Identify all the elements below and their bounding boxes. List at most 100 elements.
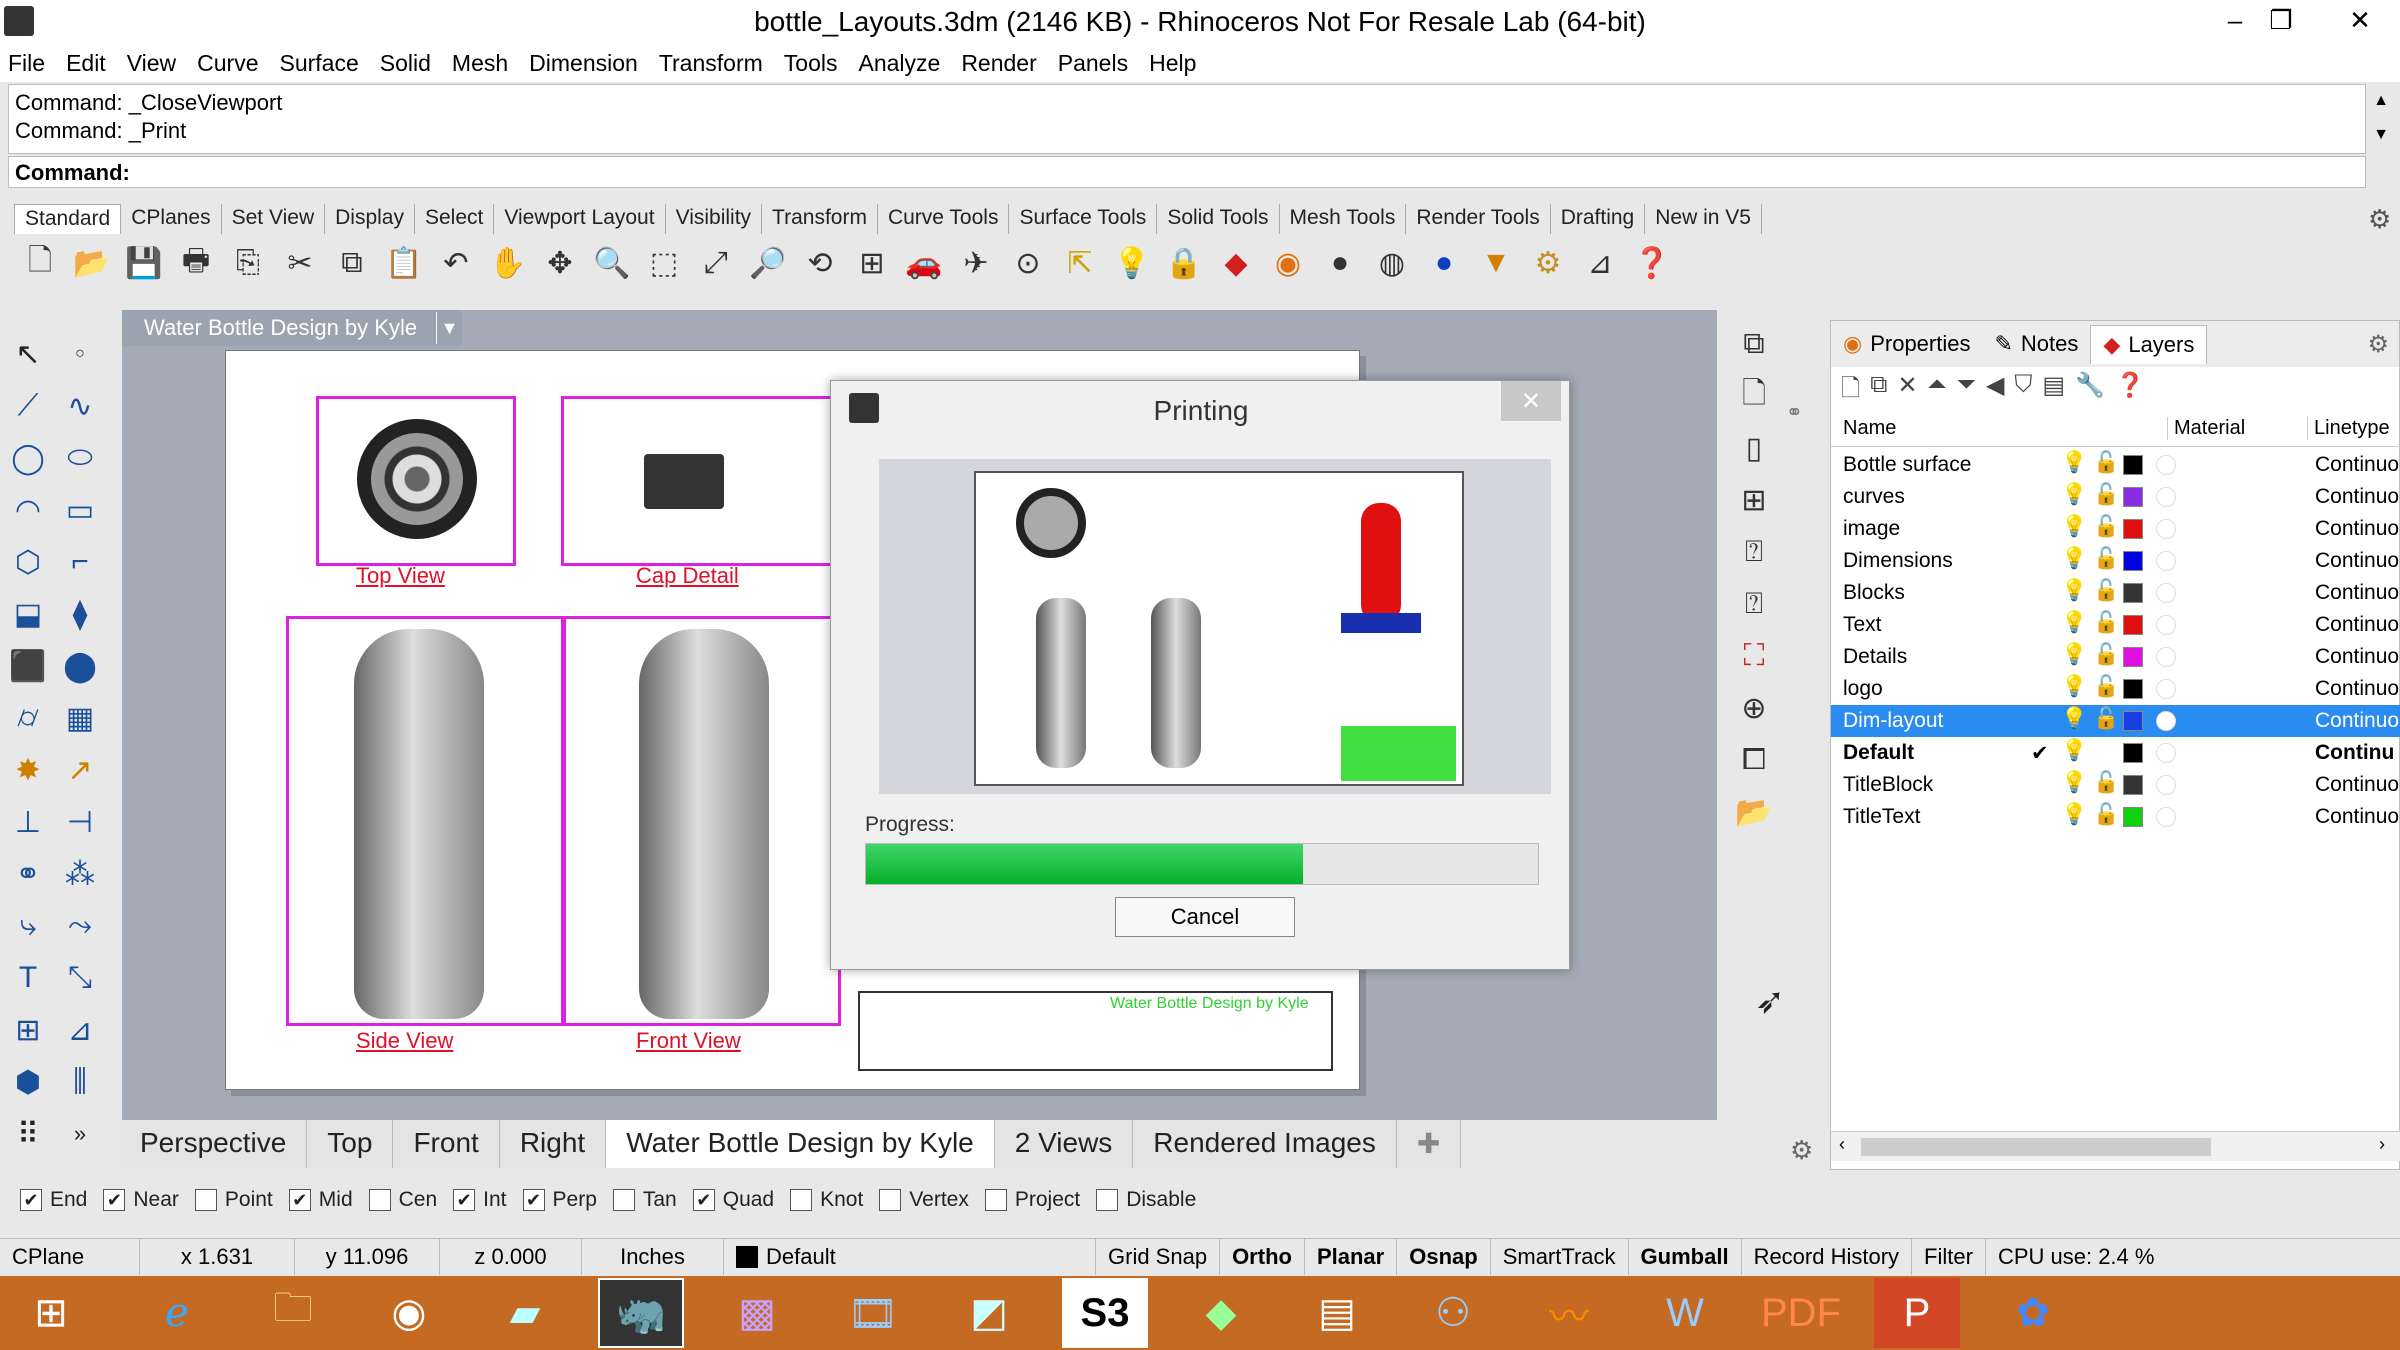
analyze-icon[interactable]: ⊿ — [56, 1006, 104, 1054]
osnap-checkbox[interactable]: ✔ — [522, 1189, 545, 1211]
surface-icon[interactable]: ⬓ — [4, 590, 52, 638]
filter-icon[interactable]: ⛉ — [2014, 371, 2032, 405]
video-app-icon[interactable]: 🎞 — [830, 1278, 916, 1348]
layer-material-icon[interactable] — [2156, 551, 2176, 571]
layers-help-icon[interactable]: ❓ — [2115, 371, 2145, 405]
monitor-app-icon[interactable]: ▤ — [1294, 1278, 1380, 1348]
zoom-icon[interactable]: 🔍 — [588, 240, 636, 286]
status-gumball[interactable]: Gumball — [1629, 1238, 1742, 1275]
rhino-app-icon[interactable] — [4, 6, 34, 36]
dimension-tool-icon[interactable]: ⤡ — [56, 954, 104, 1002]
grid-tools-icon[interactable]: ⠿ — [4, 1110, 52, 1158]
layer-linetype[interactable]: Continuou — [2315, 677, 2400, 701]
layer-lock-icon[interactable]: 🔓 — [2093, 451, 2119, 475]
osnap-checkbox[interactable]: ✔ — [453, 1189, 476, 1211]
viewport-menu-arrow-icon[interactable]: ▼ — [436, 312, 462, 344]
light-bulb-icon[interactable]: 💡 — [1108, 240, 1156, 286]
terminal-app-icon[interactable]: ◆ — [1178, 1278, 1264, 1348]
osnap-checkbox[interactable] — [194, 1189, 217, 1211]
layer-lock-icon[interactable]: 🔓 — [2093, 483, 2119, 507]
help-icon[interactable]: ❓ — [1628, 240, 1676, 286]
layer-row[interactable]: curves 💡🔓 Continuou — [1831, 481, 2400, 513]
layer-visible-bulb-icon[interactable]: 💡 — [2061, 803, 2087, 827]
command-history-scrollbar[interactable]: ▲ ▼ — [2370, 84, 2392, 154]
scroll-thumb[interactable] — [1861, 1138, 2211, 1156]
osnap-checkbox[interactable] — [984, 1189, 1007, 1211]
osnap-vertex[interactable]: Vertex — [873, 1188, 969, 1212]
osnap-tan[interactable]: Tan — [607, 1188, 677, 1212]
blend-icon[interactable]: ⤳ — [56, 902, 104, 950]
layer-row[interactable]: TitleBlock 💡🔓 Continuou — [1831, 769, 2400, 801]
osnap-knot[interactable]: Knot — [784, 1188, 863, 1212]
layer-linetype[interactable]: Continuou — [2315, 773, 2400, 797]
layer-row[interactable]: Bottle surface 💡🔓 Continuou — [1831, 449, 2400, 481]
copy-to-clipboard-icon[interactable]: ⎘ — [224, 240, 272, 286]
layer-material-icon[interactable] — [2156, 519, 2176, 539]
layer-visible-bulb-icon[interactable]: 💡 — [2061, 451, 2087, 475]
menu-surface[interactable]: Surface — [280, 50, 359, 77]
layer-visible-bulb-icon[interactable]: 💡 — [2061, 579, 2087, 603]
osnap-icon[interactable]: ⊙ — [1004, 240, 1052, 286]
tab-layers[interactable]: ◆ Layers — [2090, 324, 2208, 364]
undo-view-icon[interactable]: ⟲ — [796, 240, 844, 286]
named-cplanes-icon[interactable]: ✈ — [952, 240, 1000, 286]
osnap-end[interactable]: ✔ End — [14, 1188, 87, 1212]
layer-visible-bulb-icon[interactable]: 💡 — [2061, 643, 2087, 667]
layer-lock-icon[interactable]: 🔓 — [2093, 611, 2119, 635]
layer-material-icon[interactable] — [2156, 775, 2176, 795]
layer-row[interactable]: Details 💡🔓 Continuou — [1831, 641, 2400, 673]
cancel-button[interactable]: Cancel — [1115, 897, 1295, 937]
layer-color-swatch[interactable] — [2123, 551, 2143, 571]
column-name[interactable]: Name — [1843, 417, 1896, 440]
layer-material-icon[interactable] — [2156, 679, 2176, 699]
curve-icon[interactable]: ∿ — [56, 382, 104, 430]
s3-app-icon[interactable]: S3 — [1062, 1278, 1148, 1348]
menu-transform[interactable]: Transform — [659, 50, 763, 77]
osnap-checkbox[interactable]: ✔ — [692, 1189, 715, 1211]
disable-detail-icon[interactable]: ⍰ — [1730, 580, 1778, 628]
page-icon[interactable]: ▯ — [1730, 424, 1778, 472]
array-icon[interactable]: ⫼ — [56, 1058, 104, 1106]
rectangle-icon[interactable]: ▭ — [56, 486, 104, 534]
layer-color-swatch[interactable] — [2123, 679, 2143, 699]
start-button-icon[interactable]: ⊞ — [8, 1278, 94, 1348]
folder-app-icon[interactable]: ▰ — [482, 1278, 568, 1348]
osnap-quad[interactable]: ✔ Quad — [687, 1188, 774, 1212]
tab-notes[interactable]: ✎ Notes — [1982, 325, 2090, 363]
arc-icon[interactable]: ◠ — [4, 486, 52, 534]
split-icon[interactable]: ⊣ — [56, 798, 104, 846]
save-icon[interactable]: 💾 — [120, 240, 168, 286]
tab-transform[interactable]: Transform — [762, 204, 878, 234]
text-icon[interactable]: T — [4, 954, 52, 1002]
move-layer-parent-icon[interactable]: ◀ — [1986, 371, 2004, 405]
layer-row[interactable]: logo 💡🔓 Continuou — [1831, 673, 2400, 705]
tab-visibility[interactable]: Visibility — [666, 204, 763, 234]
open-file-icon[interactable]: 📂 — [68, 240, 116, 286]
point-icon[interactable]: ○ — [56, 330, 104, 378]
layer-linetype[interactable]: Continuou — [2315, 613, 2400, 637]
chrome-icon[interactable]: ◉ — [366, 1278, 452, 1348]
osnap-checkbox[interactable] — [612, 1189, 635, 1211]
tab-set-view[interactable]: Set View — [222, 204, 326, 234]
layer-color-swatch[interactable] — [2123, 519, 2143, 539]
layer-lock-icon[interactable]: 🔓 — [2093, 675, 2119, 699]
lock-icon[interactable]: 🔒 — [1160, 240, 1208, 286]
mesh-icon[interactable]: ▦ — [56, 694, 104, 742]
tab-perspective[interactable]: Perspective — [120, 1120, 308, 1168]
menu-view[interactable]: View — [127, 50, 176, 77]
osnap-project[interactable]: Project — [979, 1188, 1080, 1212]
layer-row[interactable]: Dim-layout 💡🔓 Continuou — [1831, 705, 2400, 737]
menu-mesh[interactable]: Mesh — [452, 50, 508, 77]
tab-properties[interactable]: ◉ Properties — [1831, 325, 1982, 363]
enable-detail-icon[interactable]: ⍰ — [1730, 528, 1778, 576]
tab-layout-water-bottle[interactable]: Water Bottle Design by Kyle — [606, 1120, 995, 1168]
detail-side-view[interactable] — [286, 616, 566, 1026]
layer-row[interactable]: TitleText 💡🔓 Continuou — [1831, 801, 2400, 833]
layer-color-swatch[interactable] — [2123, 807, 2143, 827]
layer-linetype[interactable]: Continu — [2315, 741, 2394, 765]
layer-state-icon[interactable]: ▤ — [2042, 371, 2065, 405]
pdf-icon[interactable]: PDF — [1758, 1278, 1844, 1348]
layer-material-icon[interactable] — [2156, 615, 2176, 635]
rotate-view-icon[interactable]: ✥ — [536, 240, 584, 286]
fillet-curve-icon[interactable]: ⌐ — [56, 538, 104, 586]
